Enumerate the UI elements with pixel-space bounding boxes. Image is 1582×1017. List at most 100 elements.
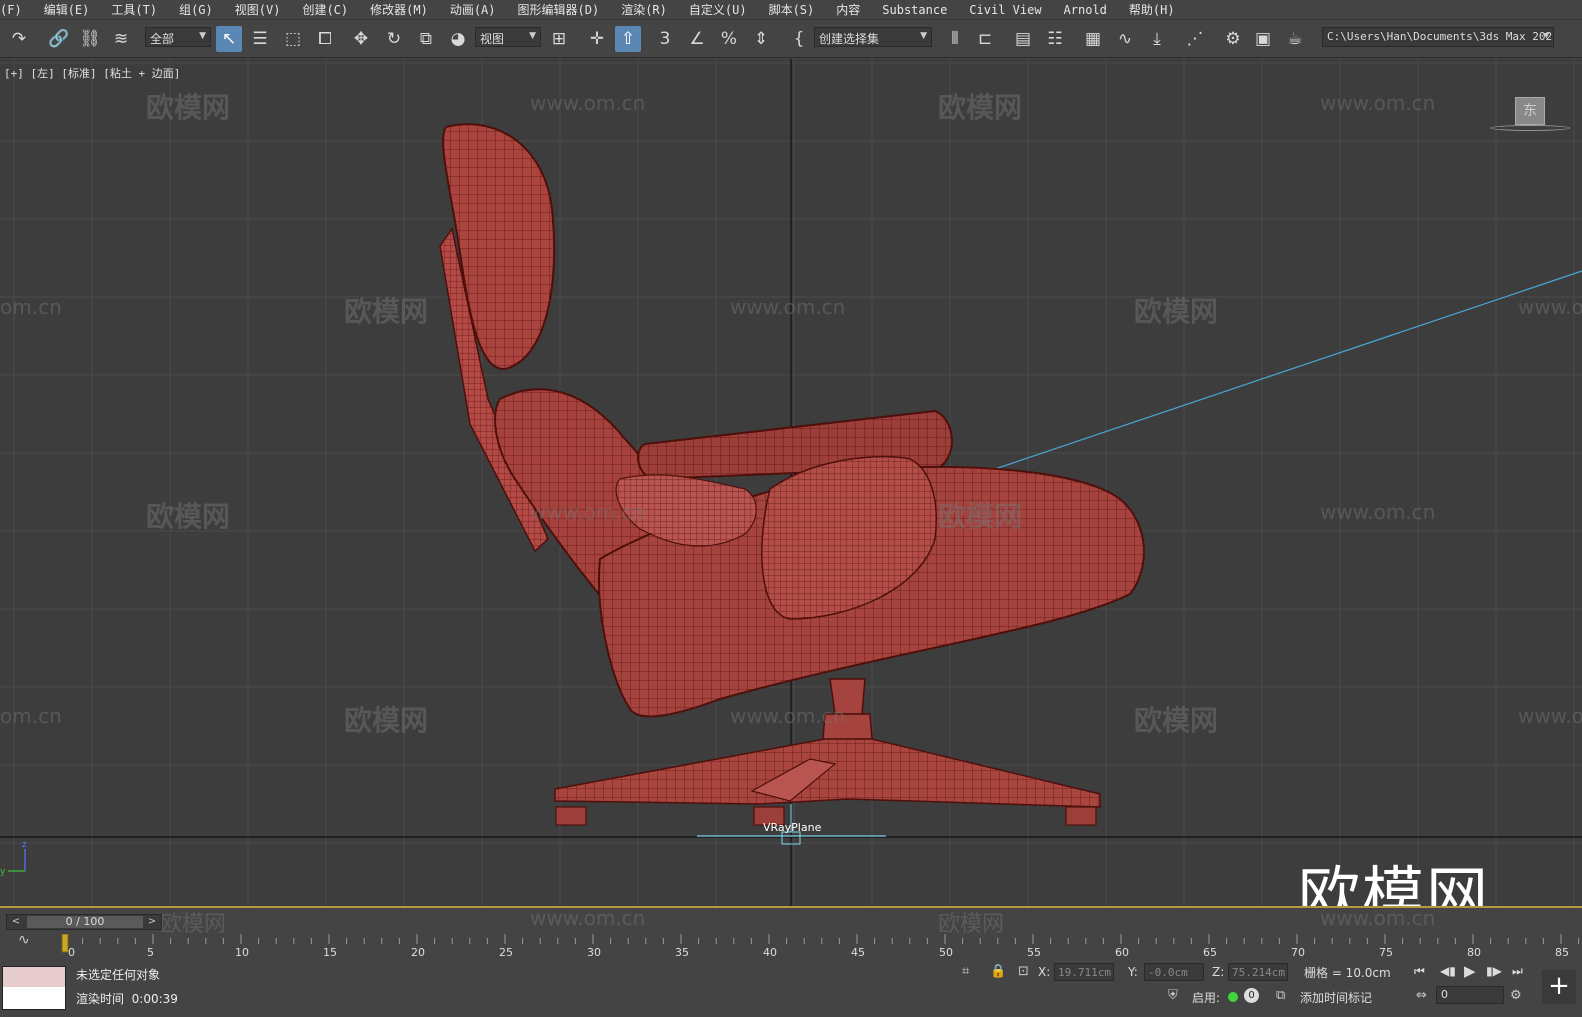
left-viewport[interactable]: z y [+] [左] [标准] [粘土 + 边面] 欧模网 www.om.cn… bbox=[0, 59, 1582, 908]
logo-watermark: 欧模网 bbox=[1298, 859, 1491, 908]
schematic-view-icon[interactable]: ⤓ bbox=[1144, 26, 1170, 52]
mini-curve-editor-icon[interactable]: ∿ bbox=[18, 932, 40, 952]
window-crossing-icon[interactable]: ⧠ bbox=[312, 26, 338, 52]
layer-explorer-icon[interactable]: ▤ bbox=[1010, 26, 1036, 52]
material-editor-icon[interactable]: ⋰ bbox=[1182, 26, 1208, 52]
watermark-text: 欧模网 bbox=[1134, 704, 1219, 737]
adaptive-degradation-icon[interactable]: ⛨ bbox=[1168, 988, 1178, 1003]
menu-item[interactable]: Civil View bbox=[969, 3, 1053, 17]
menu-item[interactable]: 编辑(E) bbox=[44, 1, 102, 18]
rendered-frame-window-icon[interactable]: ▣ bbox=[1250, 26, 1276, 52]
track-bar[interactable]: 0 5 10 15 20 25 30 35 40 45 50 55 60 65 70 75 80 85 bbox=[60, 934, 1582, 958]
track-bar-tick-label: 60 bbox=[1115, 946, 1129, 958]
time-slider[interactable]: < 0 / 100 > bbox=[6, 914, 162, 930]
menu-item[interactable]: 渲染(R) bbox=[621, 1, 679, 18]
z-coord-field[interactable]: 75.214cm bbox=[1228, 963, 1288, 981]
scale-icon[interactable]: ⧉ bbox=[413, 26, 439, 52]
placement-icon[interactable]: ◕ bbox=[445, 26, 471, 52]
current-frame-marker[interactable] bbox=[61, 934, 69, 953]
bind-spacewarp-icon[interactable]: ≋ bbox=[108, 26, 134, 52]
previous-frame-icon[interactable]: ◀▮ bbox=[1440, 964, 1456, 978]
track-bar-tick-label: 55 bbox=[1027, 946, 1041, 958]
enable-indicator[interactable] bbox=[1228, 992, 1238, 1002]
x-coord-field[interactable]: 19.711cm bbox=[1054, 963, 1114, 981]
keyboard-shortcut-override-icon[interactable]: ⇧ bbox=[615, 26, 641, 52]
time-config-arrows-icon[interactable]: ⇔ bbox=[1416, 988, 1427, 1003]
time-slider-next-button[interactable]: > bbox=[145, 915, 159, 929]
play-icon[interactable]: ▶ bbox=[1464, 962, 1476, 980]
reference-coordinate-dropdown[interactable]: 视图 ▼ bbox=[475, 27, 541, 47]
menu-item[interactable]: Substance bbox=[882, 3, 959, 17]
track-bar-tick-label: 25 bbox=[499, 946, 513, 958]
align-icon[interactable]: ⊏ bbox=[972, 26, 998, 52]
add-icon[interactable]: + bbox=[1542, 970, 1576, 1004]
menu-item[interactable]: 图形编辑器(D) bbox=[518, 1, 612, 18]
go-to-end-icon[interactable]: ⏭ bbox=[1512, 964, 1523, 979]
render-teapot-icon[interactable]: ☕ bbox=[1282, 26, 1308, 52]
key-count-badge: 0 bbox=[1244, 988, 1259, 1003]
menu-item[interactable]: 创建(C) bbox=[302, 1, 360, 18]
rectangle-selection-icon[interactable]: ⬚ bbox=[280, 26, 306, 52]
add-time-tag[interactable]: 添加时间标记 bbox=[1300, 989, 1372, 1006]
named-selection-dropdown[interactable]: 创建选择集 ▼ bbox=[814, 27, 932, 47]
named-selection-value: 创建选择集 bbox=[819, 32, 880, 46]
track-bar-tick-label: 65 bbox=[1203, 946, 1217, 958]
pivot-center-icon[interactable]: ⊞ bbox=[546, 26, 572, 52]
redo-icon[interactable]: ↷ bbox=[6, 26, 32, 52]
go-to-start-icon[interactable]: ⏮ bbox=[1414, 964, 1425, 979]
watermark-url: www.om.cn bbox=[1320, 906, 1436, 930]
select-by-name-icon[interactable]: ☰ bbox=[247, 26, 273, 52]
viewcube-compass-ring[interactable] bbox=[1490, 125, 1570, 131]
render-setup-icon[interactable]: ⚙ bbox=[1220, 26, 1246, 52]
current-frame-field[interactable]: 0 bbox=[1436, 986, 1504, 1004]
link-icon[interactable]: 🔗 bbox=[46, 26, 72, 52]
select-manipulate-icon[interactable]: ✛ bbox=[584, 26, 610, 52]
menu-item[interactable]: 工具(T) bbox=[111, 1, 169, 18]
curve-editor-icon[interactable]: ∿ bbox=[1112, 26, 1138, 52]
watermark-url: www.om.cn bbox=[1320, 91, 1436, 115]
menu-item[interactable]: 动画(A) bbox=[450, 1, 508, 18]
time-tag-icon[interactable]: ⧉ bbox=[1276, 988, 1285, 1003]
rotate-icon[interactable]: ↻ bbox=[381, 26, 407, 52]
maxscript-mini-listener[interactable] bbox=[2, 966, 66, 1010]
time-slider-prev-button[interactable]: < bbox=[9, 915, 23, 929]
y-coord-label: Y: bbox=[1128, 965, 1138, 979]
mirror-icon[interactable]: ⫴ bbox=[942, 26, 968, 52]
snaps-toggle-icon[interactable]: 3 bbox=[652, 26, 678, 52]
time-configuration-icon[interactable]: ⚙ bbox=[1510, 988, 1522, 1003]
scene-explorer-icon[interactable]: ▦ bbox=[1080, 26, 1106, 52]
select-object-icon[interactable]: ↖ bbox=[216, 26, 242, 52]
menu-item[interactable]: 帮助(H) bbox=[1129, 1, 1187, 18]
menu-item[interactable]: 自定义(U) bbox=[689, 1, 759, 18]
menu-item[interactable]: 组(G) bbox=[179, 1, 225, 18]
percent-snap-icon[interactable]: % bbox=[716, 26, 742, 52]
viewport-label-menu[interactable]: [+] [左] [标准] [粘土 + 边面] bbox=[4, 65, 180, 81]
track-bar-tick-label: 35 bbox=[675, 946, 689, 958]
selection-lock-icon[interactable]: 🔒 bbox=[990, 964, 1006, 979]
angle-snap-icon[interactable]: ∠ bbox=[684, 26, 710, 52]
y-coord-field[interactable]: -0.0cm bbox=[1144, 963, 1204, 981]
unlink-icon[interactable]: ⛓ bbox=[77, 26, 103, 52]
project-path-dropdown[interactable]: C:\Users\Han\Documents\3ds Max 2022 ▼ bbox=[1322, 27, 1554, 47]
spinner-snap-icon[interactable]: ⇕ bbox=[748, 26, 774, 52]
time-slider-thumb[interactable]: 0 / 100 bbox=[27, 916, 143, 928]
absolute-transform-icon[interactable]: ⊡ bbox=[1018, 964, 1029, 979]
reference-coordinate-value: 视图 bbox=[480, 32, 505, 46]
isolate-selection-icon[interactable]: ⌗ bbox=[962, 964, 969, 979]
menu-item[interactable]: 修改器(M) bbox=[370, 1, 440, 18]
track-bar-tick-label: 20 bbox=[411, 946, 425, 958]
menu-item[interactable]: 脚本(S) bbox=[769, 1, 827, 18]
next-frame-icon[interactable]: ▮▶ bbox=[1486, 964, 1502, 978]
edit-named-selection-icon[interactable]: { bbox=[786, 26, 812, 52]
menu-item[interactable]: 内容 bbox=[836, 1, 872, 18]
menu-item[interactable]: (F) bbox=[0, 3, 34, 17]
selection-filter-dropdown[interactable]: 全部 ▼ bbox=[145, 27, 211, 47]
viewcube[interactable]: 东 bbox=[1515, 97, 1545, 125]
timeline: 欧模网 www.om.cn 欧模网 www.om.cn < 0 / 100 > … bbox=[0, 906, 1582, 960]
menu-item[interactable]: Arnold bbox=[1064, 3, 1119, 17]
menu-item[interactable]: 视图(V) bbox=[235, 1, 293, 18]
render-time: 渲染时间 0:00:39 bbox=[76, 990, 178, 1007]
move-icon[interactable]: ✥ bbox=[348, 26, 374, 52]
toggle-ribbon-icon[interactable]: ☷ bbox=[1042, 26, 1068, 52]
watermark-url: www.om.cn bbox=[530, 91, 646, 115]
